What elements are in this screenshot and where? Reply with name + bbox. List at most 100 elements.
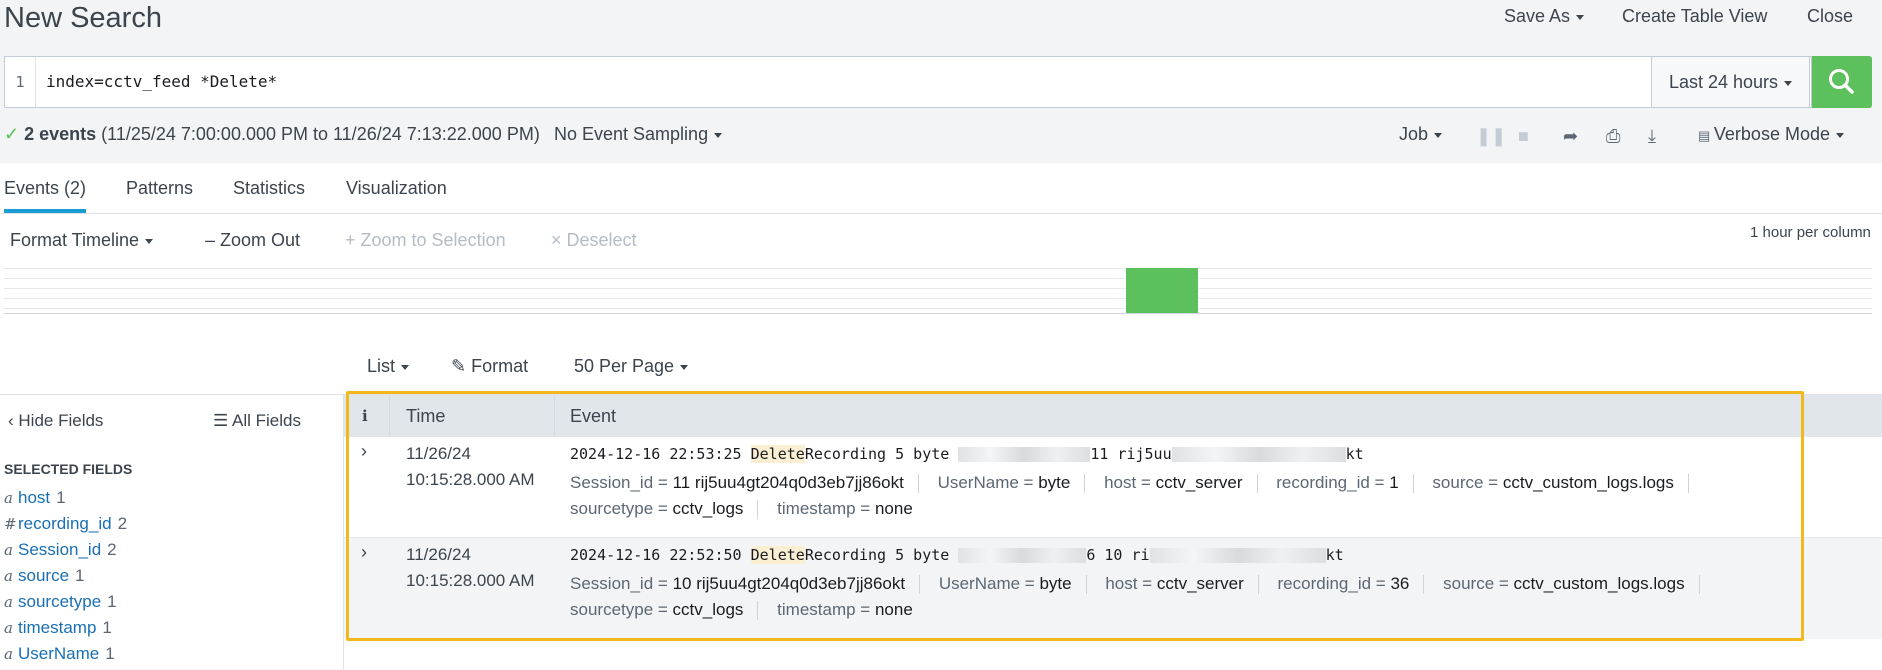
field-type-icon: a [4, 593, 13, 611]
results-tabs: Events (2) Patterns Statistics Visualiza… [0, 163, 1882, 214]
field-name[interactable]: UserName [18, 644, 99, 663]
job-status: ✓ 2 events (11/25/24 7:00:00.000 PM to 1… [4, 124, 540, 145]
table-row: › 11/26/24 10:15:28.000 AM 2024-12-16 22… [344, 437, 1882, 538]
share-icon[interactable]: ➦ [1563, 126, 1578, 147]
redacted-text [958, 548, 1087, 563]
format-button[interactable]: ✎ Format [451, 356, 528, 377]
search-input[interactable]: index=cctv_feed *Delete* [46, 57, 277, 107]
list-icon: ☰ [213, 411, 233, 430]
save-as-menu[interactable]: Save As [1504, 6, 1585, 27]
field-sourcetype[interactable]: sourcetype = cctv_logs [570, 600, 743, 619]
time-range-text: (11/25/24 7:00:00.000 PM to 11/26/24 7:1… [101, 124, 540, 144]
field-username[interactable]: UserName = byte [938, 473, 1071, 492]
field-name[interactable]: sourcetype [18, 592, 101, 611]
field-recording-id[interactable]: recording_id = 1 [1276, 473, 1398, 492]
field-item[interactable]: a source 1 [4, 566, 85, 586]
zoom-out-button[interactable]: – Zoom Out [205, 230, 300, 251]
field-count: 2 [107, 540, 117, 559]
field-name[interactable]: recording_id [18, 514, 112, 533]
field-divider [1412, 474, 1414, 494]
time-column-header[interactable]: Time [406, 395, 445, 437]
stop-icon[interactable]: ■ [1518, 126, 1529, 147]
search-term-highlight: Delete [750, 546, 805, 564]
field-session-id[interactable]: Session_id = 10 rij5uu4gt204q0d3eb7jj86o… [570, 574, 905, 593]
field-timestamp[interactable]: timestamp = none [777, 499, 913, 518]
field-item[interactable]: #recording_id 2 [4, 514, 127, 534]
close-link[interactable]: Close [1807, 6, 1853, 27]
tab-events[interactable]: Events (2) [4, 178, 86, 199]
timeline-gridline [4, 268, 1872, 269]
format-timeline-label: Format Timeline [10, 230, 140, 250]
tab-statistics[interactable]: Statistics [233, 178, 305, 199]
time-range-picker[interactable]: Last 24 hours [1651, 56, 1810, 108]
create-table-view-link[interactable]: Create Table View [1622, 6, 1767, 27]
per-page-label: 50 Per Page [574, 356, 675, 376]
field-item[interactable]: a timestamp 1 [4, 618, 112, 638]
search-mode-dropdown[interactable]: ▤ Verbose Mode [1698, 124, 1844, 145]
field-divider [1256, 474, 1258, 494]
chevron-down-icon [1835, 132, 1844, 138]
all-fields-button[interactable]: ☰ All Fields [213, 411, 301, 431]
event-sampling-label: No Event Sampling [554, 124, 709, 144]
event-sampling-dropdown[interactable]: No Event Sampling [554, 124, 723, 145]
minus-icon: – [205, 230, 221, 250]
field-username[interactable]: UserName = byte [939, 574, 1072, 593]
print-icon[interactable]: ⎙ [1606, 126, 1620, 147]
field-item[interactable]: a host 1 [4, 488, 66, 508]
redacted-text [958, 447, 1091, 462]
deselect-button[interactable]: × Deselect [551, 230, 637, 251]
chevron-down-icon [680, 364, 689, 370]
list-view-dropdown[interactable]: List [367, 356, 410, 377]
timeline-scale-label: 1 hour per column [1750, 224, 1871, 241]
field-host[interactable]: host = cctv_server [1104, 473, 1242, 492]
chevron-down-icon [1576, 14, 1585, 20]
event-time: 11/26/24 10:15:28.000 AM [406, 441, 535, 493]
hide-fields-button[interactable]: ‹ Hide Fields [8, 411, 103, 431]
field-divider [1084, 474, 1086, 494]
per-page-dropdown[interactable]: 50 Per Page [574, 356, 689, 377]
raw-event-middle: Recording 5 byte [804, 546, 959, 564]
format-label: Format [471, 356, 529, 376]
field-item[interactable]: a sourcetype 1 [4, 592, 117, 612]
raw-event-prefix: 2024-12-16 22:53:25 [570, 445, 751, 463]
search-line-number: 1 [5, 57, 36, 107]
expand-row-icon[interactable]: › [361, 542, 367, 563]
time-range-label: Last 24 hours [1668, 72, 1779, 92]
raw-event-suffix: kt [1325, 546, 1344, 564]
pause-icon[interactable]: ❚❚ [1476, 126, 1506, 147]
field-name[interactable]: timestamp [18, 618, 96, 637]
event-clock: 10:15:28.000 AM [406, 470, 535, 489]
field-session-id[interactable]: Session_id = 11 rij5uu4gt204q0d3eb7jj86o… [570, 473, 904, 492]
list-controls: List ✎ Format 50 Per Page [0, 344, 1882, 394]
tab-visualization[interactable]: Visualization [346, 178, 447, 199]
search-bar[interactable]: 1 index=cctv_feed *Delete* [4, 56, 1812, 108]
tab-patterns[interactable]: Patterns [126, 178, 193, 199]
field-timestamp[interactable]: timestamp = none [777, 600, 913, 619]
export-icon[interactable]: ⤓ [1648, 126, 1656, 147]
raw-event-visible: 11 rij5uu [1090, 445, 1172, 463]
expand-row-icon[interactable]: › [361, 441, 367, 462]
field-host[interactable]: host = cctv_server [1105, 574, 1243, 593]
field-name[interactable]: source [18, 566, 69, 585]
field-source[interactable]: source = cctv_custom_logs.logs [1432, 473, 1673, 492]
field-count: 1 [56, 488, 66, 507]
search-button[interactable] [1812, 56, 1872, 108]
field-item[interactable]: a UserName 1 [4, 644, 115, 664]
format-timeline-button[interactable]: Format Timeline [10, 230, 154, 251]
zoom-to-selection-button[interactable]: + Zoom to Selection [345, 230, 506, 251]
field-item[interactable]: a Session_id 2 [4, 540, 117, 560]
field-sourcetype[interactable]: sourcetype = cctv_logs [570, 499, 743, 518]
job-menu[interactable]: Job [1399, 124, 1443, 145]
redacted-text [1171, 447, 1346, 462]
redacted-text [1149, 548, 1326, 563]
field-source[interactable]: source = cctv_custom_logs.logs [1443, 574, 1684, 593]
timeline-bar[interactable] [1126, 268, 1198, 313]
field-name[interactable]: host [18, 488, 50, 507]
field-divider [1698, 575, 1700, 595]
info-column-header: i [362, 407, 368, 425]
active-tab-indicator [4, 209, 86, 213]
field-type-icon: a [4, 541, 13, 559]
field-recording-id[interactable]: recording_id = 36 [1278, 574, 1410, 593]
field-name[interactable]: Session_id [18, 540, 101, 559]
table-header: i Time Event [344, 395, 1882, 437]
